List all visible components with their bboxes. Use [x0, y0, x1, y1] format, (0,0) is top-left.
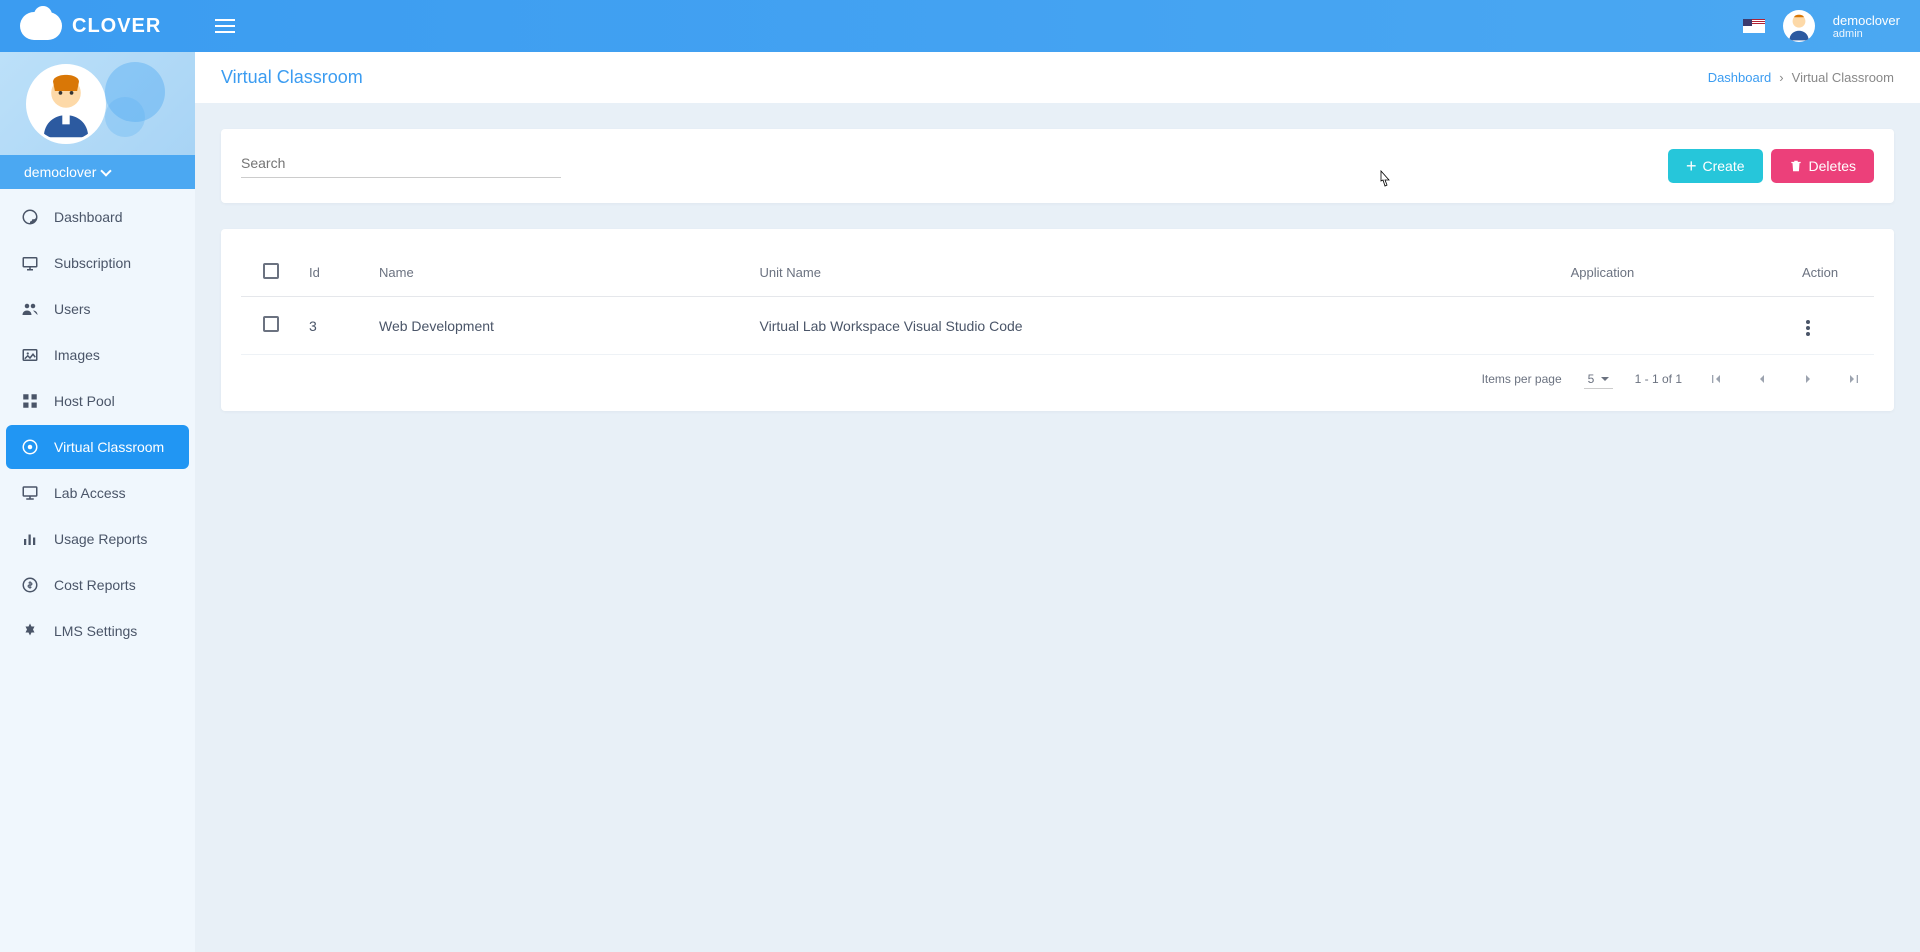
search-input[interactable] — [241, 149, 561, 178]
last-page-button[interactable] — [1842, 367, 1866, 391]
virtual-icon — [20, 437, 40, 457]
col-application: Application — [1563, 249, 1794, 297]
cell-unit-name: Virtual Lab Workspace Visual Studio Code — [752, 297, 1563, 355]
nav-label: Cost Reports — [54, 577, 136, 593]
sidebar-item-host-pool[interactable]: Host Pool — [6, 379, 189, 423]
col-id: Id — [301, 249, 371, 297]
sidebar-item-subscription[interactable]: Subscription — [6, 241, 189, 285]
page-title: Virtual Classroom — [221, 67, 363, 88]
topbar-right: democlover admin — [1743, 10, 1900, 42]
trash-icon — [1789, 159, 1803, 173]
sidebar-header — [0, 52, 195, 155]
bar-chart-icon — [20, 529, 40, 549]
user-info[interactable]: democlover admin — [1833, 13, 1900, 40]
toolbar-panel: + Create Deletes — [221, 129, 1894, 203]
row-actions-menu[interactable] — [1802, 316, 1814, 340]
first-page-button[interactable] — [1704, 367, 1728, 391]
user-dropdown-label: democlover — [24, 164, 96, 180]
logo-cloud-icon — [20, 12, 62, 40]
main-content: Virtual Classroom Dashboard › Virtual Cl… — [195, 52, 1920, 463]
nav-label: Images — [54, 347, 100, 363]
prev-page-button[interactable] — [1750, 367, 1774, 391]
deletes-button[interactable]: Deletes — [1771, 149, 1874, 183]
table-panel: Id Name Unit Name Application Action 3 W… — [221, 229, 1894, 411]
breadcrumb: Dashboard › Virtual Classroom — [1708, 70, 1894, 85]
chevron-down-icon — [101, 165, 112, 176]
logo-area: CLOVER — [20, 12, 215, 40]
sidebar-item-users[interactable]: Users — [6, 287, 189, 331]
content-area: + Create Deletes Id Name — [195, 103, 1920, 463]
dollar-icon — [20, 575, 40, 595]
nav-label: Host Pool — [54, 393, 115, 409]
sidebar-item-lms-settings[interactable]: LMS Settings — [6, 609, 189, 653]
cell-application — [1563, 297, 1794, 355]
plus-icon: + — [1686, 157, 1697, 175]
sidebar-item-lab-access[interactable]: Lab Access — [6, 471, 189, 515]
cell-id: 3 — [301, 297, 371, 355]
sidebar-item-dashboard[interactable]: Dashboard — [6, 195, 189, 239]
flag-us-icon[interactable] — [1743, 19, 1765, 33]
page-header: Virtual Classroom Dashboard › Virtual Cl… — [195, 52, 1920, 103]
topbar: CLOVER democlover admin — [0, 0, 1920, 52]
grid-icon — [20, 391, 40, 411]
select-all-checkbox[interactable] — [263, 263, 279, 279]
deletes-label: Deletes — [1809, 158, 1856, 174]
user-name: democlover — [1833, 13, 1900, 28]
user-avatar[interactable] — [1783, 10, 1815, 42]
gauge-icon — [20, 207, 40, 227]
items-per-page-select[interactable]: 5 — [1584, 370, 1613, 389]
breadcrumb-dashboard[interactable]: Dashboard — [1708, 70, 1772, 85]
items-per-page-label: Items per page — [1482, 372, 1562, 386]
monitor-icon — [20, 253, 40, 273]
pagination: Items per page 5 1 - 1 of 1 — [241, 355, 1874, 391]
settings-icon — [20, 621, 40, 641]
nav-label: LMS Settings — [54, 623, 137, 639]
col-unit-name: Unit Name — [752, 249, 1563, 297]
nav-label: Users — [54, 301, 91, 317]
nav-label: Subscription — [54, 255, 131, 271]
sidebar: democlover Dashboard Subscription Users … — [0, 52, 195, 952]
sidebar-item-virtual-classroom[interactable]: Virtual Classroom — [6, 425, 189, 469]
user-role: admin — [1833, 28, 1900, 40]
cell-name: Web Development — [371, 297, 752, 355]
user-dropdown[interactable]: democlover — [0, 155, 195, 189]
nav-label: Virtual Classroom — [54, 439, 164, 455]
users-icon — [20, 299, 40, 319]
sidebar-item-cost-reports[interactable]: Cost Reports — [6, 563, 189, 607]
image-icon — [20, 345, 40, 365]
pagination-range: 1 - 1 of 1 — [1635, 372, 1682, 386]
create-button[interactable]: + Create — [1668, 149, 1763, 183]
breadcrumb-current: Virtual Classroom — [1792, 70, 1894, 85]
sidebar-item-images[interactable]: Images — [6, 333, 189, 377]
sidebar-nav: Dashboard Subscription Users Images Host… — [0, 189, 195, 661]
brand-name: CLOVER — [72, 15, 161, 38]
nav-label: Dashboard — [54, 209, 123, 225]
table-row: 3 Web Development Virtual Lab Workspace … — [241, 297, 1874, 355]
nav-label: Lab Access — [54, 485, 126, 501]
nav-label: Usage Reports — [54, 531, 147, 547]
next-page-button[interactable] — [1796, 367, 1820, 391]
breadcrumb-separator-icon: › — [1779, 70, 1783, 85]
row-checkbox[interactable] — [263, 316, 279, 332]
hamburger-menu-icon[interactable] — [215, 19, 235, 33]
desktop-icon — [20, 483, 40, 503]
sidebar-item-usage-reports[interactable]: Usage Reports — [6, 517, 189, 561]
col-action: Action — [1794, 249, 1874, 297]
classroom-table: Id Name Unit Name Application Action 3 W… — [241, 249, 1874, 355]
col-name: Name — [371, 249, 752, 297]
create-label: Create — [1703, 158, 1745, 174]
sidebar-avatar — [26, 64, 106, 144]
